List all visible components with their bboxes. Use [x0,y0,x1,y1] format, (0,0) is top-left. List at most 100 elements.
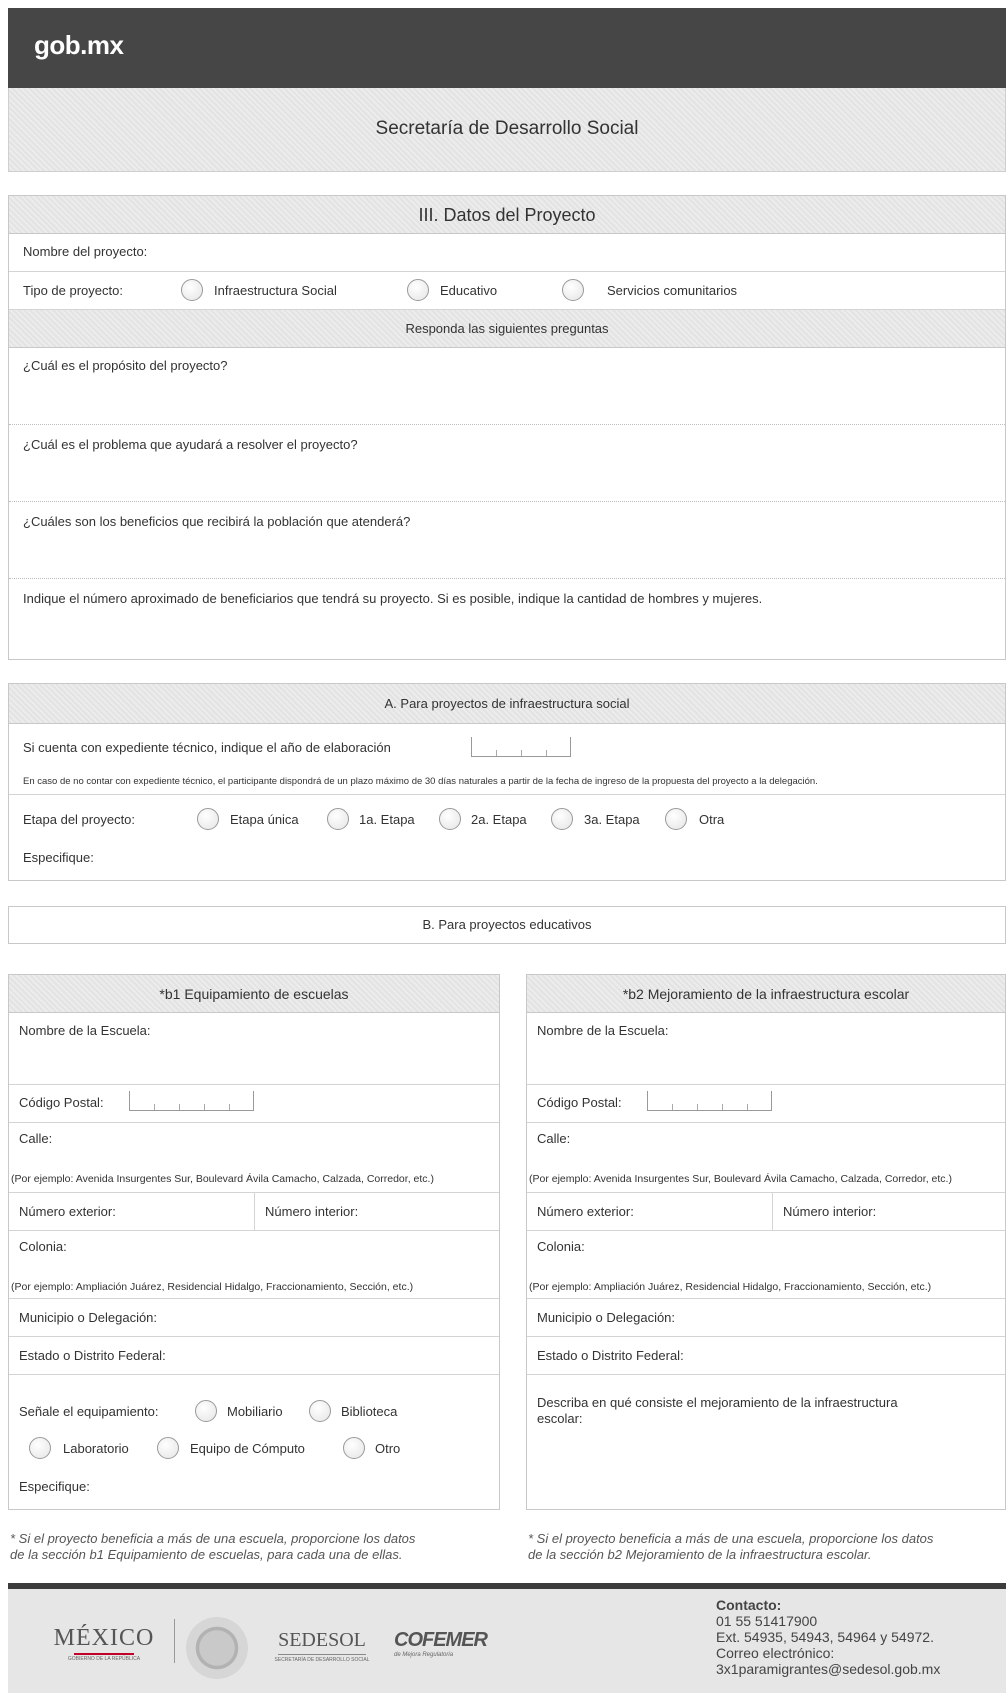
option-laboratorio: Laboratorio [63,1441,129,1456]
b1-note-line-1: * Si el proyecto beneficia a más de una … [10,1531,416,1546]
b1-colonia-example: (Por ejemplo: Ampliación Juárez, Residen… [11,1281,414,1293]
footer: MÉXICO GOBIERNO DE LA REPÚBLICA SEDESOL … [8,1583,1006,1693]
b1-municipio-row[interactable]: Municipio o Delegación: [9,1299,499,1337]
option-etapa-3: 3a. Etapa [584,812,640,827]
b1-equipamiento-card: *b1 Equipamiento de escuelas Nombre de l… [8,974,500,1510]
radio-etapa-3[interactable] [551,808,573,830]
b2-note-line-2: de la sección b2 Mejoramiento de la infr… [528,1547,872,1562]
mexico-logo-text: MÉXICO [53,1625,155,1651]
b2-cp-label: Código Postal: [537,1095,622,1110]
top-bar: gob.mx [8,8,1006,88]
option-etapa-otra: Otra [699,812,725,827]
option-mobiliario: Mobiliario [227,1404,283,1419]
radio-infraestructura[interactable] [181,279,203,301]
option-infraestructura: Infraestructura Social [214,283,337,298]
b2-cp-input[interactable] [647,1091,772,1111]
radio-educativo[interactable] [407,279,429,301]
b1-num-divider [254,1193,255,1231]
b2-note: * Si el proyecto beneficia a más de una … [528,1531,933,1563]
b2-note-line-1: * Si el proyecto beneficia a más de una … [528,1531,934,1546]
section-educativos: B. Para proyectos educativos [8,906,1006,944]
question-problem[interactable]: ¿Cuál es el problema que ayudará a resol… [9,425,1005,502]
b1-school-name-row[interactable]: Nombre de la Escuela: [9,1013,499,1085]
sedesol-logo: SEDESOL SECRETARÍA DE DESARROLLO SOCIAL [272,1629,372,1663]
especifique-label: Especifique: [23,850,94,865]
contact-phone[interactable]: 01 55 51417900 [716,1613,940,1629]
b2-street-label: Calle: [537,1131,571,1146]
project-name-row[interactable]: Nombre del proyecto: [9,234,1005,272]
expediente-label: Si cuenta con expediente técnico, indiqu… [23,740,391,755]
mexico-logo-underline [74,1653,134,1655]
b1-cp-row: Código Postal: [9,1085,499,1123]
option-etapa-2: 2a. Etapa [471,812,527,827]
contact-email-label: Correo electrónico: [716,1645,835,1661]
radio-etapa-1[interactable] [327,808,349,830]
radio-etapa-otra[interactable] [665,808,687,830]
b2-num-ext-label: Número exterior: [537,1204,634,1219]
question-beneficiaries[interactable]: Indique el número aproximado de benefici… [9,579,1005,660]
expediente-year-input[interactable] [471,737,571,757]
mexico-logo-sub: GOBIERNO DE LA REPÚBLICA [67,1656,141,1662]
option-servicios: Servicios comunitarios [607,283,738,298]
b1-cp-input[interactable] [129,1091,254,1111]
agency-banner: Secretaría de Desarrollo Social [8,88,1006,172]
b2-school-name-row[interactable]: Nombre de la Escuela: [527,1013,1005,1085]
radio-servicios[interactable] [562,279,584,301]
question-purpose-label: ¿Cuál es el propósito del proyecto? [23,358,228,373]
radio-laboratorio[interactable] [29,1437,51,1459]
radio-otro[interactable] [343,1437,365,1459]
radio-mobiliario[interactable] [195,1400,217,1422]
radio-etapa-2[interactable] [439,808,461,830]
b2-municipio-label: Municipio o Delegación: [537,1310,676,1325]
section-title: III. Datos del Proyecto [9,196,1005,234]
question-benefits[interactable]: ¿Cuáles son los beneficios que recibirá … [9,502,1005,579]
b1-street-example: (Por ejemplo: Avenida Insurgentes Sur, B… [11,1173,434,1185]
question-purpose[interactable]: ¿Cuál es el propósito del proyecto? [9,348,1005,425]
question-beneficiaries-label: Indique el número aproximado de benefici… [23,591,763,606]
b1-street-label: Calle: [19,1131,53,1146]
expediente-note: En caso de no contar con expediente técn… [23,776,818,787]
b1-municipio-label: Municipio o Delegación: [19,1310,158,1325]
project-type-row: Tipo de proyecto: Infraestructura Social… [9,272,1005,310]
option-educativo: Educativo [440,283,498,298]
cofemer-logo-text: COFEMER [394,1629,488,1651]
gobmx-logo[interactable]: gob.mx [34,30,124,61]
b1-school-name-label: Nombre de la Escuela: [19,1023,151,1038]
b1-title: *b1 Equipamiento de escuelas [9,975,499,1013]
b2-estado-row[interactable]: Estado o Distrito Federal: [527,1337,1005,1375]
b2-num-int-label: Número interior: [783,1204,877,1219]
b1-estado-row[interactable]: Estado o Distrito Federal: [9,1337,499,1375]
b2-describa-label-1: Describa en qué consiste el mejoramiento… [537,1395,898,1410]
contact-block: Contacto: 01 55 51417900 Ext. 54935, 549… [716,1597,940,1677]
sedesol-logo-text: SEDESOL [278,1629,366,1651]
radio-biblioteca[interactable] [309,1400,331,1422]
project-type-label: Tipo de proyecto: [23,283,123,298]
contact-email[interactable]: 3x1paramigrantes@sedesol.gob.mx [716,1661,940,1677]
b1-num-int-label: Número interior: [265,1204,359,1219]
b1-street-row[interactable]: Calle: (Por ejemplo: Avenida Insurgentes… [9,1123,499,1193]
b2-colonia-row[interactable]: Colonia: (Por ejemplo: Ampliación Juárez… [527,1231,1005,1299]
mexico-logo: MÉXICO GOBIERNO DE LA REPÚBLICA [42,1625,166,1662]
b2-street-row[interactable]: Calle: (Por ejemplo: Avenida Insurgentes… [527,1123,1005,1193]
project-name-label: Nombre del proyecto: [23,244,148,259]
b1-colonia-label: Colonia: [19,1239,67,1254]
question-problem-label: ¿Cuál es el problema que ayudará a resol… [23,437,358,452]
question-benefits-label: ¿Cuáles son los beneficios que recibirá … [23,514,411,529]
radio-etapa-unica[interactable] [197,808,219,830]
radio-equipo-computo[interactable] [157,1437,179,1459]
divider [9,794,1005,795]
b2-colonia-label: Colonia: [537,1239,585,1254]
coat-of-arms-icon [186,1617,248,1679]
b1-num-ext-label: Número exterior: [19,1204,116,1219]
section-project-data: III. Datos del Proyecto Nombre del proye… [8,195,1006,660]
option-etapa-1: 1a. Etapa [359,812,415,827]
b2-municipio-row[interactable]: Municipio o Delegación: [527,1299,1005,1337]
agency-title: Secretaría de Desarrollo Social [375,118,639,139]
b2-cp-row: Código Postal: [527,1085,1005,1123]
b2-colonia-example: (Por ejemplo: Ampliación Juárez, Residen… [529,1281,932,1293]
sedesol-logo-underline [278,1654,366,1655]
b2-number-row: Número exterior: Número interior: [527,1193,1005,1231]
b1-colonia-row[interactable]: Colonia: (Por ejemplo: Ampliación Juárez… [9,1231,499,1299]
expediente-note-row [9,774,1005,775]
b1-especifique-label: Especifique: [19,1479,90,1494]
